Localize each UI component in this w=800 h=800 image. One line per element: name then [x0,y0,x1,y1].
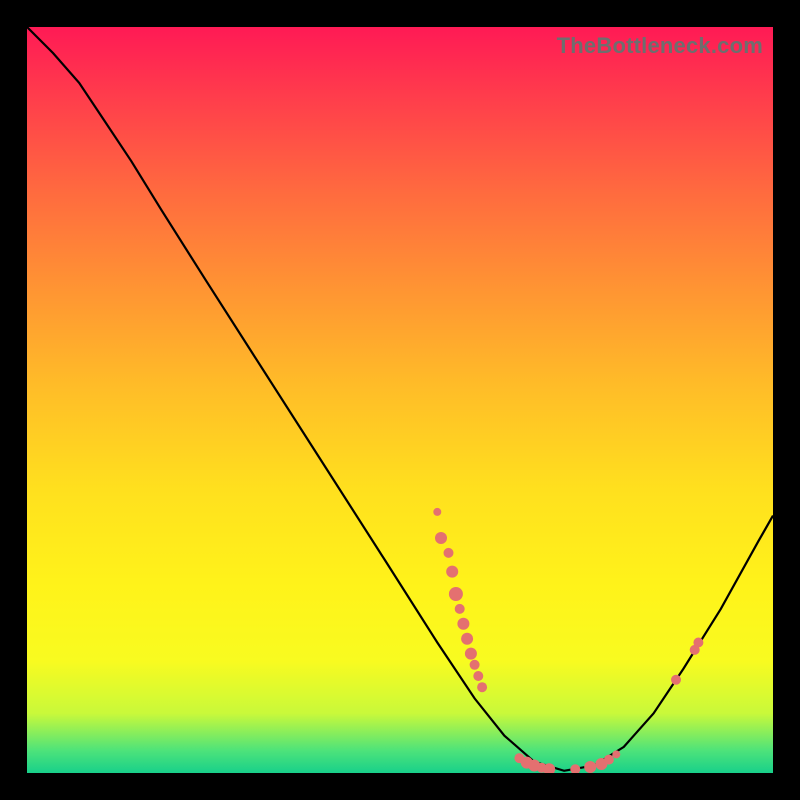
data-dot [465,648,477,660]
data-dot [470,660,480,670]
data-dots [433,508,703,773]
data-dot [584,761,596,773]
data-dot [455,604,465,614]
data-dot [449,587,463,601]
data-dot [433,508,441,516]
data-dot [435,532,447,544]
data-dot [444,548,454,558]
bottleneck-curve [27,27,773,771]
data-dot [612,750,620,758]
data-dot [473,671,483,681]
data-dot [604,755,614,765]
data-dot [446,566,458,578]
data-dot [671,675,681,685]
chart-svg [27,27,773,773]
data-dot [570,764,580,773]
data-dot [457,618,469,630]
chart-frame: TheBottleneck.com [27,27,773,773]
data-dot [477,682,487,692]
data-dot [461,633,473,645]
data-dot [693,638,703,648]
